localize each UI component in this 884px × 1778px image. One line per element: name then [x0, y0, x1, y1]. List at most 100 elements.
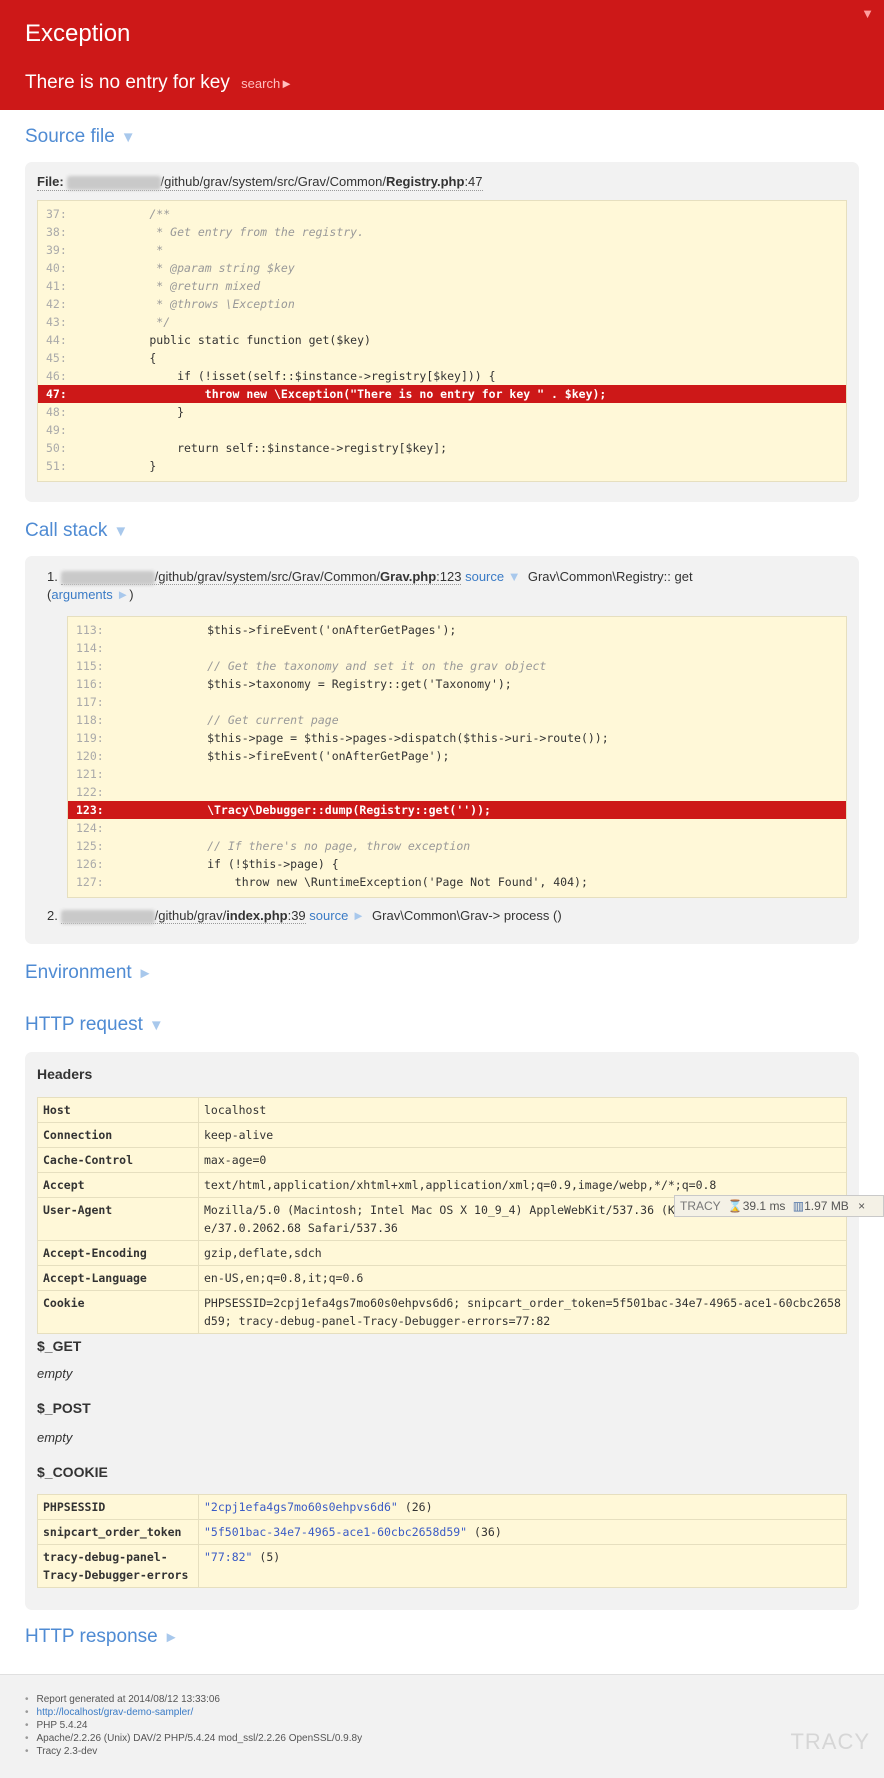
post-empty: empty: [37, 1430, 73, 1445]
report-generated: Report generated at 2014/08/12 13:33:06: [25, 1693, 362, 1706]
blurred-path: /Users/xxxxxxxx: [61, 570, 155, 587]
arguments-toggle-link[interactable]: arguments: [51, 587, 112, 602]
line-number: 116:: [76, 677, 104, 691]
source-toggle-link[interactable]: source: [465, 569, 504, 584]
code-text: * @param string $key: [94, 261, 295, 275]
source-file-panel: File: /Users/xxxxxxxx/github/grav/system…: [25, 162, 859, 502]
code-line: 46: if (!isset(self::$instance->registry…: [38, 367, 846, 385]
code-line: 40: * @param string $key: [38, 259, 846, 277]
section-environment[interactable]: Environment ►: [25, 962, 153, 984]
code-line: 48: }: [38, 403, 846, 421]
string-length: (5): [259, 1550, 281, 1564]
code-line: 116: $this->taxonomy = Registry::get('Ta…: [68, 675, 846, 693]
collapse-toggle-icon[interactable]: ▼: [861, 6, 874, 21]
code-text: $this->taxonomy = Registry::get('Taxonom…: [124, 677, 512, 691]
section-environment-label: Environment: [25, 962, 132, 983]
blurred-path: /Users/xxxxxxxx: [61, 909, 155, 925]
table-row: Accept-Encoding gzip,deflate,sdch: [37, 1240, 847, 1266]
code-line: 41: * @return mixed: [38, 277, 846, 295]
code-line: 45: {: [38, 349, 846, 367]
args-close: ): [129, 587, 134, 602]
code-line: 38: * Get entry from the registry.: [38, 223, 846, 241]
tracy-version: Tracy 2.3-dev: [25, 1745, 362, 1758]
table-row: Cookie PHPSESSID=2cpj1efa4gs7mo60s0ehpvs6…: [37, 1290, 847, 1334]
code-line: 127: throw new \RuntimeException('Page N…: [68, 873, 846, 891]
tracy-bar-logo[interactable]: TRACY: [680, 1199, 720, 1213]
section-http-request[interactable]: HTTP request ▼: [25, 1014, 164, 1036]
file-label: File:: [37, 174, 64, 189]
row-value: max-age=0: [198, 1147, 847, 1173]
report-footer: Report generated at 2014/08/12 13:33:06 …: [0, 1674, 884, 1778]
section-source-file[interactable]: Source file ▼: [25, 126, 136, 148]
file-name: Registry.php: [385, 174, 465, 189]
code-line: 120: $this->fireEvent('onAfterGetPage');: [68, 747, 846, 765]
search-link[interactable]: search►: [241, 76, 293, 91]
code-line: 122:: [68, 783, 846, 801]
close-icon[interactable]: ×: [858, 1199, 865, 1213]
section-http-response[interactable]: HTTP response ►: [25, 1626, 179, 1648]
get-title: $_GET: [37, 1338, 82, 1354]
report-url-link[interactable]: http://localhost/grav-demo-sampler/: [25, 1706, 362, 1719]
triangle-right-icon: ►: [351, 908, 365, 923]
row-value: "77:82" (5): [198, 1544, 847, 1588]
row-value: "5f501bac-34e7-4965-ace1-60cbc2658d59" (…: [198, 1519, 847, 1545]
code-text: * Get entry from the registry.: [94, 225, 365, 239]
code-line: 49:: [38, 421, 846, 439]
line-number: 124:: [76, 821, 104, 835]
source-toggle-link[interactable]: source: [309, 908, 348, 923]
row-value: localhost: [198, 1097, 847, 1123]
triangle-right-icon: ►: [116, 587, 130, 602]
file-path: /github/grav/system/src/Grav/Common/: [154, 569, 381, 584]
code-line: 126: if (!$this->page) {: [68, 855, 846, 873]
row-value: gzip,deflate,sdch: [198, 1240, 847, 1266]
row-key: Cache-Control: [37, 1147, 199, 1173]
line-number: 48:: [46, 405, 67, 419]
file-line-number: :39: [287, 908, 306, 923]
table-row: Host localhost: [37, 1097, 847, 1123]
function-name: Grav\Common\Grav-> process (): [372, 908, 562, 923]
line-number: 37:: [46, 207, 67, 221]
line-number: 44:: [46, 333, 67, 347]
code-text: */: [94, 315, 171, 329]
code-line: 113: $this->fireEvent('onAfterGetPages')…: [68, 621, 846, 639]
hourglass-icon: ⌛: [727, 1199, 743, 1213]
code-line: 44: public static function get($key): [38, 331, 846, 349]
code-line: 42: * @throws \Exception: [38, 295, 846, 313]
line-number: 46:: [46, 369, 67, 383]
call-stack-item-2: 2. /Users/xxxxxxxx/github/grav/index.php…: [47, 908, 837, 925]
call-stack-file[interactable]: /Users/xxxxxxxx/github/grav/system/src/G…: [61, 569, 462, 587]
code-text: // Get current page: [124, 713, 339, 727]
code-line: 125: // If there's no page, throw except…: [68, 837, 846, 855]
exception-title: Exception: [25, 20, 131, 47]
code-text: throw new \RuntimeException('Page Not Fo…: [124, 875, 588, 889]
file-line-number: :47: [464, 174, 483, 189]
call-stack-item-1: 1. /Users/xxxxxxxx/github/grav/system/sr…: [47, 568, 837, 604]
headers-title: Headers: [37, 1066, 93, 1082]
source-file-path[interactable]: File: /Users/xxxxxxxx/github/grav/system…: [37, 174, 483, 191]
tracy-debug-bar[interactable]: TRACY ⌛39.1 ms ▥1.97 MB ×: [674, 1195, 884, 1217]
code-text: $this->fireEvent('onAfterGetPages');: [124, 623, 457, 637]
exception-header: Exception There is no entry for key sear…: [0, 0, 884, 110]
row-key: Accept-Encoding: [37, 1240, 199, 1266]
triangle-down-icon: ▼: [148, 1017, 164, 1034]
row-key: Cookie: [37, 1290, 199, 1334]
string-value: "5f501bac-34e7-4965-ace1-60cbc2658d59": [204, 1525, 468, 1539]
code-text: throw new \Exception("There is no entry …: [94, 387, 607, 401]
line-number: 117:: [76, 695, 104, 709]
file-line-number: :123: [436, 569, 462, 584]
call-stack-file[interactable]: /Users/xxxxxxxx/github/grav/index.php:39: [61, 908, 306, 925]
footer-info-list: Report generated at 2014/08/12 13:33:06 …: [25, 1693, 363, 1758]
code-line: 119: $this->page = $this->pages->dispatc…: [68, 729, 846, 747]
line-number: 42:: [46, 297, 67, 311]
section-call-stack[interactable]: Call stack ▼: [25, 520, 128, 542]
post-title: $_POST: [37, 1400, 91, 1416]
memory-usage[interactable]: 1.97 MB: [804, 1199, 849, 1213]
file-path: /github/grav/system/src/Grav/Common/: [160, 174, 386, 189]
code-text: public static function get($key): [94, 333, 371, 347]
section-call-stack-label: Call stack: [25, 520, 108, 541]
code-text: {: [94, 351, 157, 365]
execution-time[interactable]: 39.1 ms: [743, 1199, 786, 1213]
line-number: 49:: [46, 423, 67, 437]
line-number: 38:: [46, 225, 67, 239]
file-name: Grav.php: [380, 569, 437, 584]
